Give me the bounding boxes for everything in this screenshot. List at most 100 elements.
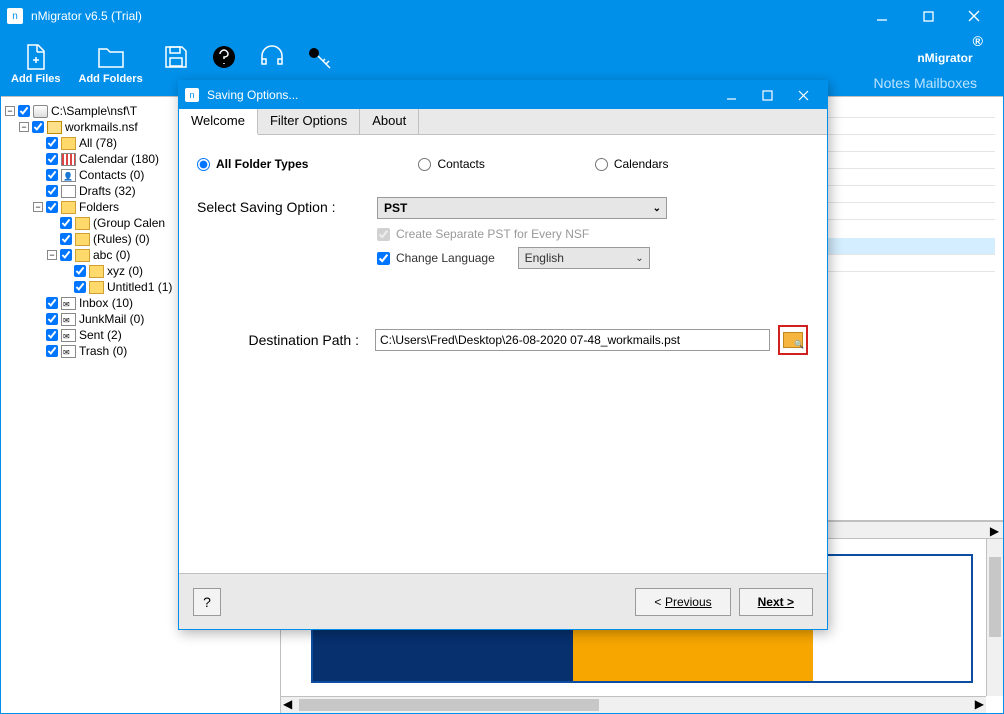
- tree-label[interactable]: Contacts (0): [79, 167, 144, 183]
- folder-plus-icon: [96, 43, 126, 71]
- tree-checkbox[interactable]: [60, 249, 72, 261]
- sent-icon: [61, 329, 76, 342]
- add-files-button[interactable]: Add Files: [11, 43, 61, 85]
- dialog-maximize-button[interactable]: [749, 81, 785, 109]
- folder-icon: [75, 249, 90, 262]
- tree-label[interactable]: C:\Sample\nsf\T: [51, 103, 137, 119]
- expand-toggle[interactable]: −: [33, 202, 43, 212]
- preview-horizontal-scrollbar[interactable]: ◀ ▶: [281, 696, 986, 713]
- tree-label[interactable]: xyz (0): [107, 263, 143, 279]
- minimize-button[interactable]: [859, 1, 905, 31]
- dialog-minimize-button[interactable]: [713, 81, 749, 109]
- dialog-body: All Folder Types Contacts Calendars Sele…: [179, 135, 827, 573]
- folder-icon: [61, 201, 76, 214]
- separate-pst-checkbox[interactable]: Create Separate PST for Every NSF: [377, 227, 809, 241]
- browse-button[interactable]: [778, 325, 808, 355]
- change-language-checkbox[interactable]: Change Language English ⌄: [377, 247, 809, 269]
- save-icon: [161, 43, 191, 71]
- radio-calendars[interactable]: Calendars: [595, 157, 669, 171]
- tree-checkbox[interactable]: [46, 185, 58, 197]
- support-button[interactable]: [257, 43, 287, 85]
- dialog-help-button[interactable]: ?: [193, 588, 221, 616]
- tree-label[interactable]: abc (0): [93, 247, 130, 263]
- radio-contacts[interactable]: Contacts: [418, 157, 484, 171]
- brand-logo: nMigrator®: [917, 33, 983, 70]
- tree-label[interactable]: Calendar (180): [79, 151, 159, 167]
- drafts-icon: [61, 185, 76, 198]
- tree-checkbox[interactable]: [46, 297, 58, 309]
- tree-checkbox[interactable]: [74, 265, 86, 277]
- tree-label[interactable]: All (78): [79, 135, 117, 151]
- folder-search-icon: [783, 332, 803, 348]
- calendar-icon: [61, 153, 76, 166]
- expand-toggle[interactable]: −: [5, 106, 15, 116]
- key-button[interactable]: [305, 43, 335, 85]
- next-button[interactable]: Next >: [739, 588, 813, 616]
- tree-checkbox[interactable]: [46, 169, 58, 181]
- dialog-title: Saving Options...: [207, 88, 713, 102]
- junkmail-icon: [61, 313, 76, 326]
- contacts-icon: [61, 169, 76, 182]
- vertical-scrollbar[interactable]: [986, 539, 1003, 696]
- tree-checkbox[interactable]: [60, 233, 72, 245]
- dialog-close-button[interactable]: [785, 81, 821, 109]
- scroll-right-icon[interactable]: ▶: [975, 697, 984, 711]
- scroll-right-icon[interactable]: ▶: [986, 522, 1003, 539]
- dialog-tabs: Welcome Filter Options About: [179, 109, 827, 135]
- tree-checkbox[interactable]: [18, 105, 30, 117]
- main-titlebar: n nMigrator v6.5 (Trial): [1, 1, 1003, 31]
- saving-options-dialog: n Saving Options... Welcome Filter Optio…: [178, 80, 828, 630]
- tab-welcome[interactable]: Welcome: [179, 109, 258, 135]
- save-button[interactable]: [161, 43, 191, 85]
- tree-label[interactable]: JunkMail (0): [79, 311, 144, 327]
- add-folders-label: Add Folders: [79, 73, 143, 85]
- tree-checkbox[interactable]: [46, 137, 58, 149]
- tree-checkbox[interactable]: [46, 153, 58, 165]
- saving-format-dropdown[interactable]: PST ⌄: [377, 197, 667, 219]
- dialog-footer: ? < Previous Next >: [179, 573, 827, 629]
- language-value: English: [525, 251, 564, 265]
- help-icon: [209, 43, 239, 71]
- tree-checkbox[interactable]: [46, 313, 58, 325]
- tree-label[interactable]: (Group Calen: [93, 215, 165, 231]
- maximize-button[interactable]: [905, 1, 951, 31]
- tree-checkbox[interactable]: [46, 345, 58, 357]
- folder-icon: [75, 233, 90, 246]
- inbox-icon: [61, 297, 76, 310]
- folder-icon: [89, 281, 104, 294]
- key-icon: [305, 43, 335, 71]
- tree-label[interactable]: Drafts (32): [79, 183, 136, 199]
- radio-all-folder-types[interactable]: All Folder Types: [197, 157, 308, 171]
- previous-button[interactable]: < Previous: [635, 588, 730, 616]
- trash-icon: [61, 345, 76, 358]
- select-saving-option-label: Select Saving Option :: [197, 197, 377, 215]
- help-button[interactable]: [209, 43, 239, 85]
- scroll-left-icon[interactable]: ◀: [283, 697, 292, 711]
- folder-icon: [89, 265, 104, 278]
- tree-checkbox[interactable]: [74, 281, 86, 293]
- tab-about[interactable]: About: [360, 109, 419, 134]
- tree-checkbox[interactable]: [60, 217, 72, 229]
- expand-toggle[interactable]: −: [19, 122, 29, 132]
- tree-label[interactable]: Trash (0): [79, 343, 127, 359]
- tree-label[interactable]: workmails.nsf: [65, 119, 138, 135]
- tree-label[interactable]: Inbox (10): [79, 295, 133, 311]
- app-icon: n: [7, 8, 23, 24]
- close-button[interactable]: [951, 1, 997, 31]
- destination-path-input[interactable]: [375, 329, 770, 351]
- tree-label[interactable]: Sent (2): [79, 327, 122, 343]
- language-dropdown[interactable]: English ⌄: [518, 247, 650, 269]
- brand-subtitle: Notes Mailboxes: [874, 75, 978, 91]
- add-folders-button[interactable]: Add Folders: [79, 43, 143, 85]
- tree-checkbox[interactable]: [46, 329, 58, 341]
- tree-label[interactable]: (Rules) (0): [93, 231, 150, 247]
- expand-toggle[interactable]: −: [47, 250, 57, 260]
- tab-filter-options[interactable]: Filter Options: [258, 109, 360, 134]
- tree-label[interactable]: Untitled1 (1): [107, 279, 172, 295]
- tree-checkbox[interactable]: [46, 201, 58, 213]
- dialog-icon: n: [185, 88, 199, 102]
- headset-icon: [257, 43, 287, 71]
- tree-label[interactable]: Folders: [79, 199, 119, 215]
- tree-checkbox[interactable]: [32, 121, 44, 133]
- folder-type-radios: All Folder Types Contacts Calendars: [197, 157, 809, 171]
